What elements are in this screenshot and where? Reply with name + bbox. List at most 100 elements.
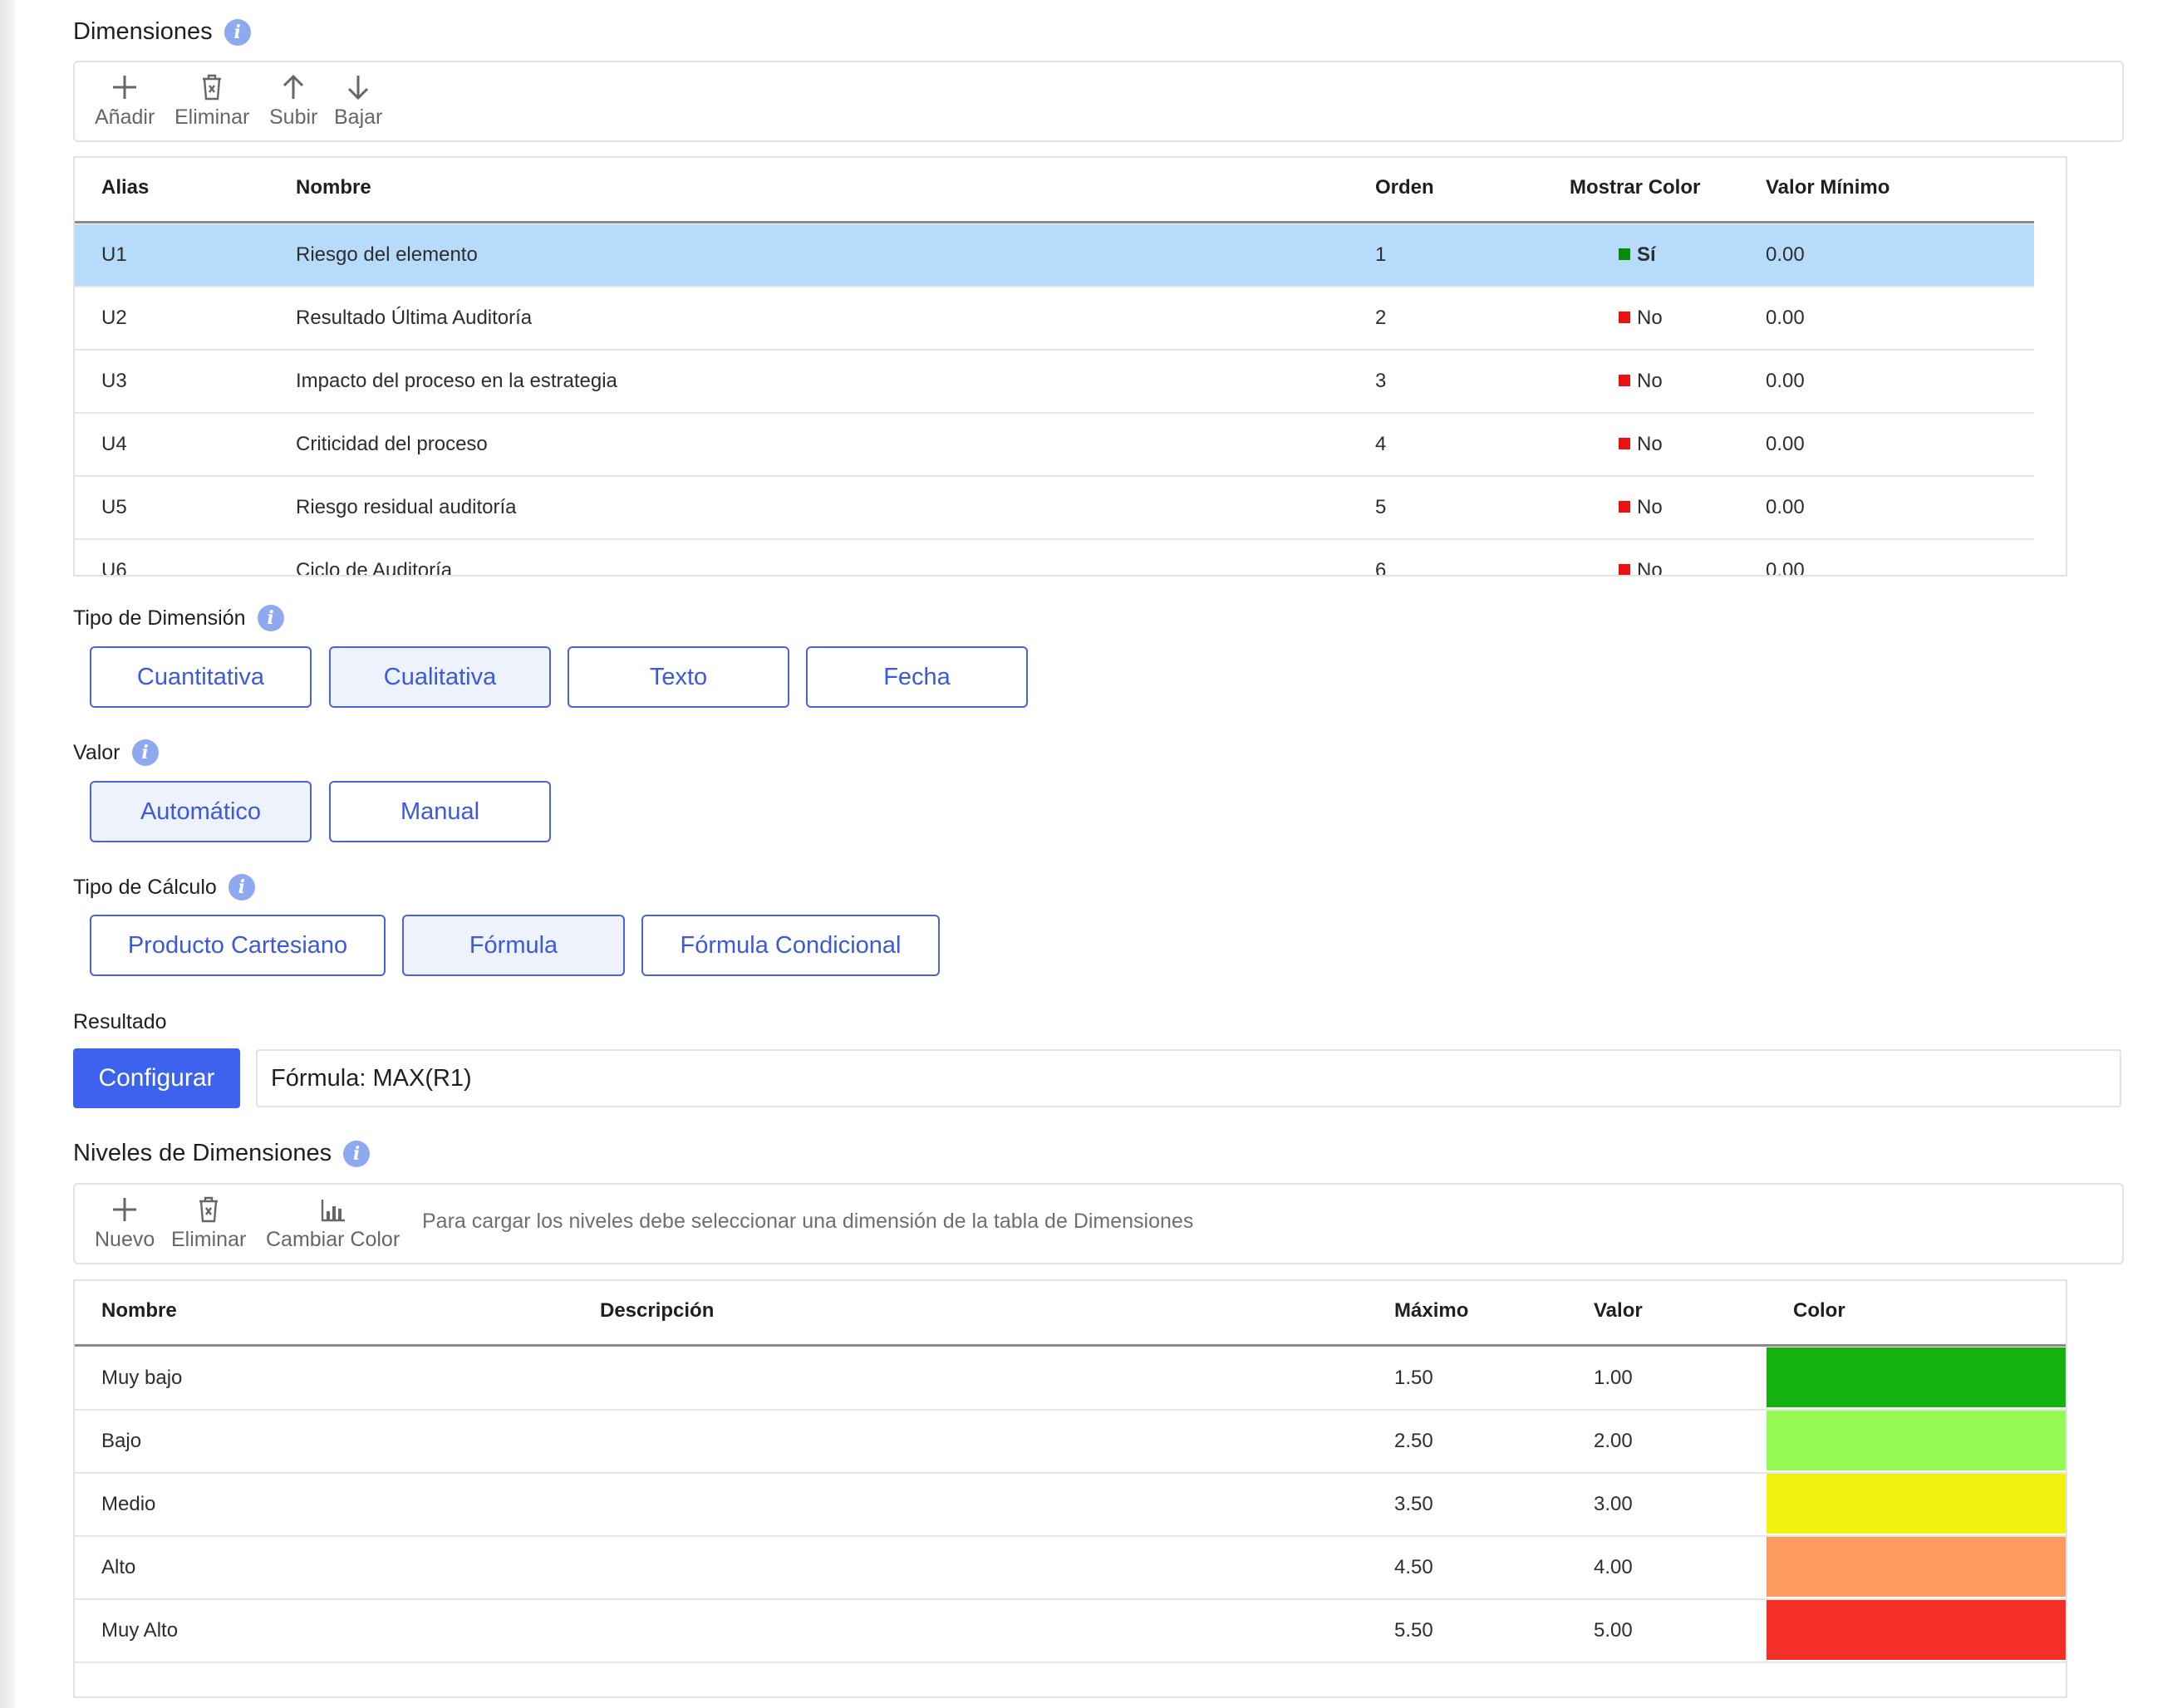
level-color-cell[interactable] — [1767, 1347, 2066, 1407]
color-swatch-icon — [1619, 500, 1630, 513]
info-icon[interactable]: i — [131, 739, 159, 766]
info-icon[interactable]: i — [224, 18, 251, 46]
table-row[interactable]: U3 Impacto del proceso en la estrategia 3 N… — [75, 351, 2034, 414]
table-row[interactable]: U2 Resultado Última Auditoría 2 No 0.00 — [75, 287, 2034, 351]
info-icon[interactable]: i — [343, 1140, 371, 1167]
calc-type-label: Tipo de Cálculo i — [73, 874, 255, 901]
move-up-button[interactable]: Subir — [269, 71, 317, 130]
new-level-button[interactable]: Nuevo — [95, 1193, 155, 1252]
level-value-cell: 3.00 — [1594, 1493, 1633, 1515]
color-swatch-icon — [1619, 563, 1630, 575]
color-swatch-icon — [1619, 248, 1630, 260]
level-name-cell: Muy bajo — [101, 1367, 183, 1389]
value-label: Valor i — [73, 739, 159, 766]
trash-icon — [203, 74, 222, 101]
column-header-name[interactable]: Nombre — [101, 1299, 177, 1323]
option-formula[interactable]: Fórmula — [402, 915, 625, 976]
info-icon[interactable]: i — [257, 605, 284, 631]
level-max-cell: 2.50 — [1394, 1430, 1433, 1452]
column-header-alias[interactable]: Alias — [101, 176, 149, 199]
table-row[interactable]: U5 Riesgo residual auditoría 5 No 0.00 — [75, 477, 2034, 540]
column-header-description[interactable]: Descripción — [600, 1299, 714, 1323]
option-cualitativa[interactable]: Cualitativa — [329, 646, 551, 708]
table-row[interactable]: Medio 3.50 3.00 — [75, 1474, 2066, 1537]
column-header-color[interactable]: Color — [1793, 1299, 1845, 1323]
alias-cell: U1 — [101, 243, 127, 266]
add-button[interactable]: Añadir — [95, 71, 155, 130]
dimension-type-label: Tipo de Dimensión i — [73, 605, 284, 631]
column-header-name[interactable]: Nombre — [296, 176, 371, 199]
level-color-cell[interactable] — [1767, 1537, 2066, 1597]
order-cell: 6 — [1375, 559, 1387, 577]
min-value-cell: 0.00 — [1766, 496, 1805, 518]
order-cell: 1 — [1375, 243, 1387, 266]
levels-table: Nombre Descripción Máximo Valor Color Mu… — [73, 1279, 2067, 1698]
levels-title: Niveles de Dimensiones i — [73, 1140, 371, 1167]
level-name-cell: Alto — [101, 1556, 136, 1578]
level-max-cell: 3.50 — [1394, 1493, 1433, 1515]
column-header-order[interactable]: Orden — [1375, 176, 1434, 199]
order-cell: 4 — [1375, 433, 1387, 455]
column-header-show-color[interactable]: Mostrar Color — [1570, 176, 1700, 199]
show-color-cell: No — [1619, 540, 1663, 575]
dimensions-table: Alias Nombre Orden Mostrar Color Valor M… — [73, 156, 2067, 577]
option-fecha[interactable]: Fecha — [806, 646, 1028, 708]
level-color-cell[interactable] — [1767, 1474, 2066, 1534]
name-cell: Impacto del proceso en la estrategia — [296, 370, 617, 392]
table-row[interactable]: Muy Alto 5.50 5.00 — [75, 1600, 2066, 1663]
level-value-cell: 2.00 — [1594, 1430, 1633, 1452]
option-cuantitativa[interactable]: Cuantitativa — [90, 646, 312, 708]
levels-toolbar: Nuevo Eliminar Cambiar Color Para cargar… — [73, 1183, 2124, 1264]
change-color-button[interactable]: Cambiar Color — [266, 1193, 400, 1252]
level-color-cell[interactable] — [1767, 1411, 2066, 1470]
table-row[interactable]: Alto 4.50 4.00 — [75, 1537, 2066, 1600]
option-texto[interactable]: Texto — [568, 646, 789, 708]
alias-cell: U6 — [101, 559, 127, 577]
alias-cell: U3 — [101, 370, 127, 392]
level-color-cell[interactable] — [1767, 1600, 2066, 1660]
dimensions-toolbar: Añadir Eliminar Subir Bajar — [73, 61, 2124, 142]
level-max-cell: 5.50 — [1394, 1619, 1433, 1642]
formula-display: Fórmula: MAX(R1) — [256, 1049, 2121, 1107]
column-header-value[interactable]: Valor — [1594, 1299, 1643, 1323]
level-max-cell: 4.50 — [1394, 1556, 1433, 1578]
plus-icon — [113, 76, 137, 99]
info-icon[interactable]: i — [228, 874, 255, 901]
header-divider — [75, 1344, 2066, 1347]
level-value-cell: 5.00 — [1594, 1619, 1633, 1642]
level-name-cell: Bajo — [101, 1430, 142, 1452]
name-cell: Riesgo del elemento — [296, 243, 478, 266]
configure-button[interactable]: Configurar — [73, 1048, 240, 1108]
table-row[interactable]: Muy bajo 1.50 1.00 — [75, 1347, 2066, 1411]
alias-cell: U2 — [101, 307, 127, 329]
delete-level-button[interactable]: Eliminar — [171, 1193, 246, 1252]
option-formula-condicional[interactable]: Fórmula Condicional — [641, 915, 940, 976]
dimensions-title: Dimensiones i — [73, 18, 251, 46]
name-cell: Ciclo de Auditoría — [296, 559, 453, 577]
min-value-cell: 0.00 — [1766, 559, 1805, 577]
show-color-cell: No — [1619, 477, 1663, 538]
table-row[interactable]: U1 Riesgo del elemento 1 Sí 0.00 — [75, 224, 2034, 287]
option-automatico[interactable]: Automático — [90, 781, 312, 842]
result-label: Resultado — [73, 1010, 167, 1033]
arrow-up-icon — [283, 74, 304, 99]
column-header-max[interactable]: Máximo — [1394, 1299, 1468, 1323]
min-value-cell: 0.00 — [1766, 307, 1805, 329]
move-down-button[interactable]: Bajar — [334, 71, 382, 130]
table-row[interactable]: U6 Ciclo de Auditoría 6 No 0.00 — [75, 540, 2034, 577]
table-row[interactable]: U4 Criticidad del proceso 4 No 0.00 — [75, 414, 2034, 477]
show-color-cell: No — [1619, 351, 1663, 412]
delete-button[interactable]: Eliminar — [174, 71, 249, 130]
table-row[interactable]: Bajo 2.50 2.00 — [75, 1411, 2066, 1474]
level-name-cell: Medio — [101, 1493, 156, 1515]
column-header-min-value[interactable]: Valor Mínimo — [1766, 176, 1890, 199]
order-cell: 5 — [1375, 496, 1387, 518]
level-name-cell: Muy Alto — [101, 1619, 179, 1642]
show-color-cell: No — [1619, 287, 1663, 349]
alias-cell: U4 — [101, 433, 127, 455]
bar-chart-icon — [321, 1200, 345, 1222]
option-manual[interactable]: Manual — [329, 781, 551, 842]
order-cell: 3 — [1375, 370, 1387, 392]
option-producto-cartesiano[interactable]: Producto Cartesiano — [90, 915, 386, 976]
name-cell: Resultado Última Auditoría — [296, 307, 533, 329]
